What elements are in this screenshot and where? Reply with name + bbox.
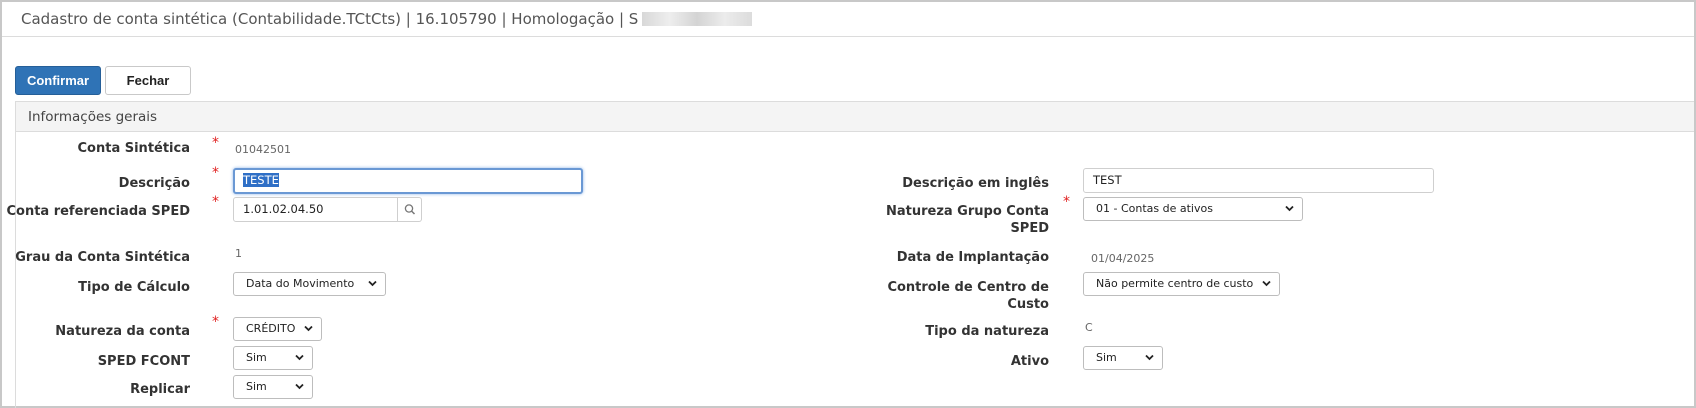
chevron-down-icon [1285, 205, 1294, 212]
section-header: Informações gerais [16, 102, 1694, 132]
natureza-grupo-label-line2: SPED [1010, 221, 1049, 236]
tipo-natureza-value: C [1085, 321, 1093, 334]
natureza-conta-value: CRÉDITO [246, 322, 296, 335]
descricao-input[interactable]: TESTE [233, 168, 583, 194]
section-title: Informações gerais [28, 109, 158, 125]
conta-sintetica-value: 01042501 [235, 143, 291, 156]
required-marker: * [212, 165, 219, 181]
natureza-grupo-value: 01 - Contas de ativos [1096, 202, 1213, 215]
descricao-selected-text: TESTE [243, 173, 279, 187]
natureza-grupo-label: Natureza Grupo Conta SPED [886, 203, 1049, 237]
required-marker: * [212, 194, 219, 210]
replicar-label: Replicar [130, 382, 190, 397]
sped-fcont-value: Sim [246, 351, 267, 364]
chevron-down-icon [1262, 280, 1271, 287]
data-implantacao-label: Data de Implantação [896, 250, 1049, 265]
chevron-down-icon [368, 280, 377, 287]
tipo-calculo-select[interactable]: Data do Movimento [233, 272, 386, 296]
confirm-button[interactable]: Confirmar [15, 66, 101, 95]
conta-sintetica-label: Conta Sintética [77, 141, 191, 156]
natureza-conta-select[interactable]: CRÉDITO [233, 317, 322, 341]
replicar-value: Sim [246, 380, 267, 393]
conta-sped-input[interactable]: 1.01.02.04.50 [233, 197, 398, 222]
chevron-down-icon [295, 354, 304, 361]
redacted-text [642, 12, 753, 26]
search-icon [404, 204, 416, 215]
controle-centro-label-line1: Controle de Centro de [887, 280, 1049, 295]
ativo-value: Sim [1096, 351, 1117, 364]
controle-centro-select[interactable]: Não permite centro de custo [1083, 272, 1280, 296]
sped-fcont-label: SPED FCONT [97, 354, 190, 369]
window-title-text: Cadastro de conta sintética (Contabilida… [21, 10, 639, 28]
required-marker: * [212, 314, 219, 330]
descricao-ingles-input[interactable]: TEST [1083, 168, 1434, 193]
tipo-calculo-label: Tipo de Cálculo [78, 280, 190, 295]
controle-centro-value: Não permite centro de custo [1096, 277, 1254, 290]
chevron-down-icon [1145, 354, 1154, 361]
close-button[interactable]: Fechar [105, 66, 191, 95]
tipo-calculo-value: Data do Movimento [246, 277, 355, 290]
grau-value: 1 [235, 247, 242, 260]
natureza-grupo-select[interactable]: 01 - Contas de ativos [1083, 197, 1303, 221]
tipo-natureza-label: Tipo da natureza [925, 324, 1049, 339]
ativo-label: Ativo [1010, 354, 1049, 369]
chevron-down-icon [295, 383, 304, 390]
window-title: Cadastro de conta sintética (Contabilida… [21, 10, 753, 28]
grau-label: Grau da Conta Sintética [15, 250, 190, 265]
sped-fcont-select[interactable]: Sim [233, 346, 313, 370]
controle-centro-label: Controle de Centro de Custo [887, 279, 1049, 313]
ativo-select[interactable]: Sim [1083, 346, 1163, 370]
controle-centro-label-line2: Custo [1007, 297, 1049, 312]
natureza-grupo-label-line1: Natureza Grupo Conta [885, 204, 1049, 219]
required-marker: * [212, 135, 219, 151]
natureza-conta-label: Natureza da conta [55, 324, 190, 339]
data-implantacao-value: 01/04/2025 [1091, 252, 1155, 265]
descricao-label: Descrição [118, 176, 190, 191]
replicar-select[interactable]: Sim [233, 375, 313, 399]
title-bar: Cadastro de conta sintética (Contabilida… [2, 2, 1694, 37]
required-marker: * [1063, 194, 1070, 210]
conta-sped-label: Conta referenciada SPED [6, 204, 190, 219]
conta-sped-lookup-button[interactable] [398, 197, 422, 222]
chevron-down-icon [304, 325, 313, 332]
descricao-ingles-label: Descrição em inglês [902, 176, 1049, 191]
